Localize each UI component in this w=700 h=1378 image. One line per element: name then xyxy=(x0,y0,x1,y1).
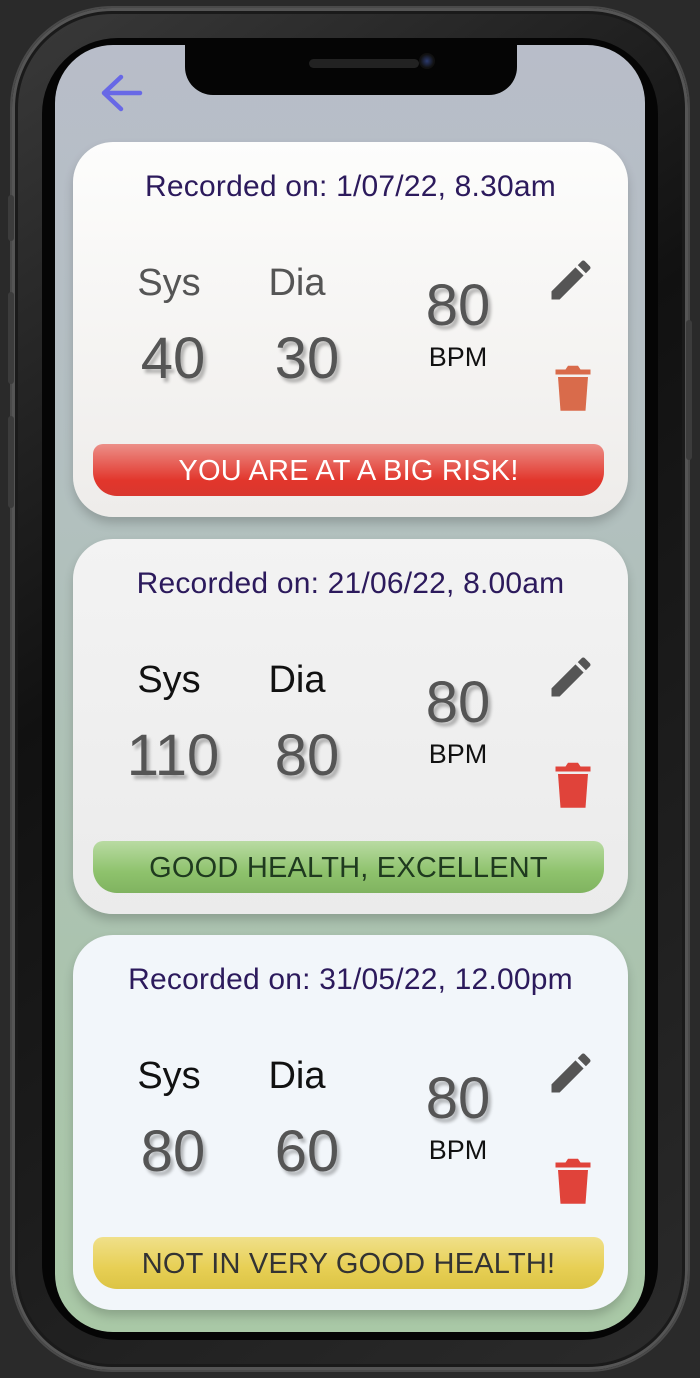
recorded-timestamp: Recorded on: 21/06/22, 8.00am xyxy=(136,567,565,600)
dia-label: Dia xyxy=(268,1055,326,1097)
silent-switch xyxy=(8,195,14,241)
notch xyxy=(185,45,517,95)
status-banner: GOOD HEALTH, EXCELLENT xyxy=(93,841,604,893)
sys-value: 40 xyxy=(140,326,206,391)
sys-label: Sys xyxy=(137,1055,201,1097)
dia-value: 80 xyxy=(274,723,340,788)
sys-value: 110 xyxy=(126,723,220,788)
bpm-value: 80 xyxy=(425,1066,491,1131)
bpm-label: BPM xyxy=(428,342,488,372)
dia-label: Dia xyxy=(268,659,326,701)
bpm-label: BPM xyxy=(428,739,488,769)
recorded-timestamp: Recorded on: 1/07/22, 8.30am xyxy=(145,170,556,203)
sys-value: 80 xyxy=(140,1119,206,1184)
pencil-icon xyxy=(551,657,591,697)
dia-label: Dia xyxy=(268,262,326,304)
recorded-timestamp: Recorded on: 31/05/22, 12.00pm xyxy=(128,963,573,996)
sys-label: Sys xyxy=(137,659,201,701)
delete-button[interactable] xyxy=(553,362,593,412)
bpm-value: 80 xyxy=(425,273,491,338)
front-camera xyxy=(419,53,435,69)
status-banner: NOT IN VERY GOOD HEALTH! xyxy=(93,1237,604,1289)
dia-value: 60 xyxy=(274,1119,340,1184)
volume-down-button xyxy=(8,416,14,508)
speaker-grille xyxy=(309,59,419,68)
reading-card: Recorded on: 31/05/22, 12.00pm Sys Dia 8… xyxy=(73,935,628,1310)
trash-icon xyxy=(555,762,591,808)
reading-card: Recorded on: 1/07/22, 8.30am Sys Dia 40 … xyxy=(73,142,628,517)
volume-up-button xyxy=(8,292,14,384)
pencil-icon xyxy=(551,260,591,300)
dia-value: 30 xyxy=(274,326,340,391)
bpm-value: 80 xyxy=(425,670,491,735)
edit-button[interactable] xyxy=(545,254,597,306)
pencil-icon xyxy=(551,1053,591,1093)
power-button xyxy=(686,320,692,460)
status-banner: YOU ARE AT A BIG RISK! xyxy=(93,444,604,496)
app-screen: Recorded on: 1/07/22, 8.30am Sys Dia 40 … xyxy=(55,45,645,1332)
back-button[interactable] xyxy=(99,73,143,113)
trash-icon xyxy=(555,1158,591,1204)
reading-card: Recorded on: 21/06/22, 8.00am Sys Dia 11… xyxy=(73,539,628,914)
edit-button[interactable] xyxy=(545,651,597,703)
edit-button[interactable] xyxy=(545,1047,597,1099)
delete-button[interactable] xyxy=(553,1155,593,1205)
delete-button[interactable] xyxy=(553,759,593,809)
trash-icon xyxy=(555,365,591,411)
bpm-label: BPM xyxy=(428,1135,488,1165)
sys-label: Sys xyxy=(137,262,201,304)
arrow-left-icon xyxy=(101,74,143,112)
